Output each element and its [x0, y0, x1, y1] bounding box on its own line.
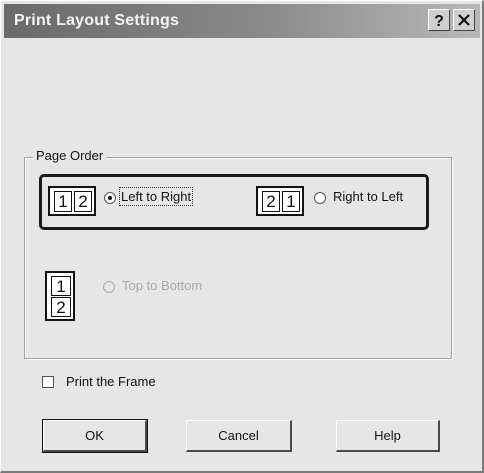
page-cell-2: 2: [262, 191, 280, 212]
print-frame-label[interactable]: Print the Frame: [66, 374, 156, 389]
page-order-top-to-bottom-icon: 1 2: [45, 271, 75, 321]
top-to-bottom-label[interactable]: Top to Bottom: [122, 278, 202, 293]
print-frame-checkbox[interactable]: [42, 376, 54, 388]
page-order-left-to-right-icon: 1 2: [48, 186, 96, 216]
page-cell-1: 1: [282, 191, 300, 212]
left-to-right-radio[interactable]: [104, 192, 116, 204]
left-to-right-label[interactable]: Left to Right: [118, 187, 194, 206]
page-cell-2: 2: [74, 191, 92, 212]
page-cell-1: 1: [51, 276, 71, 296]
question-mark-icon: ?: [434, 13, 444, 30]
print-layout-settings-dialog: Print Layout Settings ? Page Order 1 2 L…: [0, 0, 484, 473]
page-order-right-to-left-icon: 2 1: [256, 186, 304, 216]
page-order-group-label: Page Order: [33, 148, 107, 163]
window-title: Print Layout Settings: [14, 12, 180, 29]
help-button[interactable]: Help: [336, 420, 440, 452]
svg-text:?: ?: [434, 13, 444, 30]
close-button[interactable]: [453, 9, 475, 31]
page-cell-2: 2: [51, 297, 71, 317]
title-bar[interactable]: Print Layout Settings ?: [4, 4, 480, 38]
page-cell-1: 1: [54, 191, 72, 212]
ok-button[interactable]: OK: [42, 419, 148, 453]
right-to-left-radio[interactable]: [314, 192, 326, 204]
help-title-button[interactable]: ?: [428, 9, 450, 31]
top-to-bottom-radio[interactable]: [103, 281, 115, 293]
right-to-left-label[interactable]: Right to Left: [333, 189, 403, 204]
close-icon: [458, 14, 470, 26]
cancel-button[interactable]: Cancel: [186, 420, 292, 452]
